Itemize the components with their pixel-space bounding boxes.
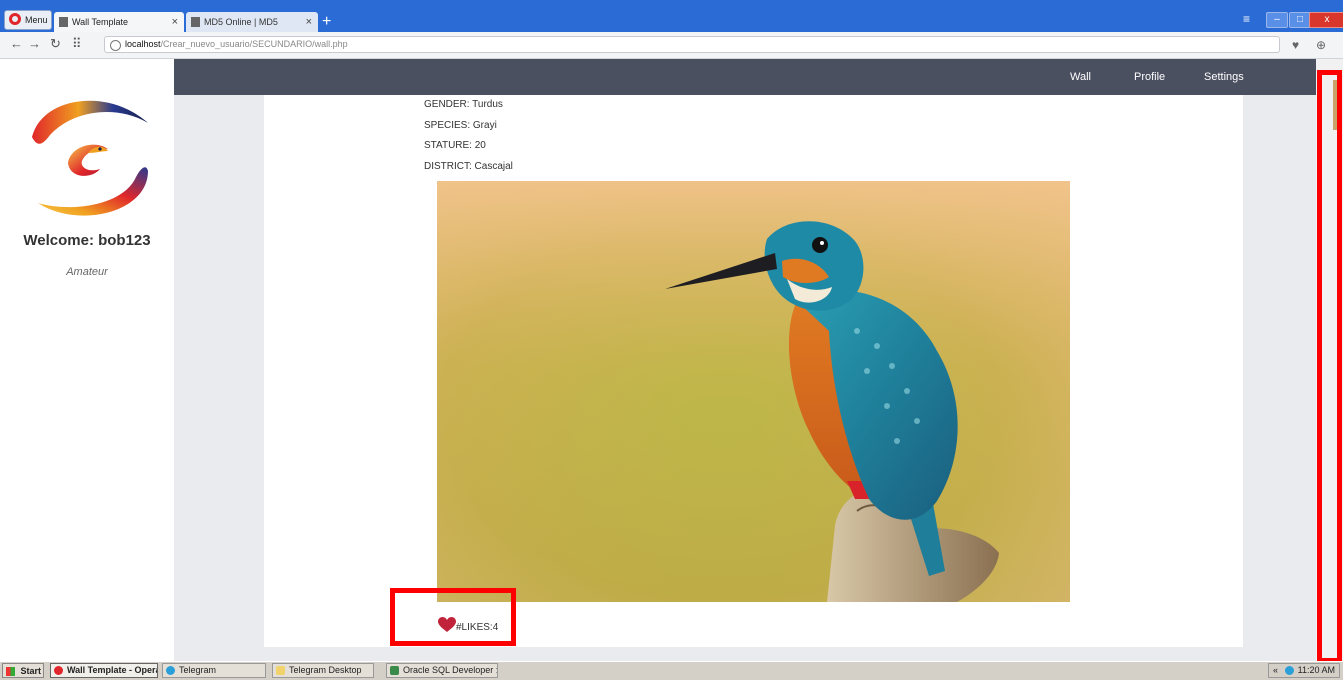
url-path: /Crear_nuevo_usuario/SECUNDARIO/wall.php bbox=[160, 39, 348, 49]
system-tray: « 11:20 AM bbox=[1268, 663, 1340, 678]
url-host: localhost bbox=[125, 39, 161, 49]
post-photo-kingfisher bbox=[437, 181, 1070, 602]
back-icon[interactable]: ← bbox=[10, 36, 23, 51]
download-icon[interactable]: ⊕ bbox=[1316, 38, 1326, 52]
menu-label: Menu bbox=[25, 15, 48, 25]
opera-icon bbox=[54, 666, 63, 675]
browser-tab-bar: Menu Wall Template × MD5 Online | MD5 De… bbox=[0, 0, 1343, 47]
post-card: GENDER: Turdus SPECIES: Grayi STATURE: 2… bbox=[264, 95, 1243, 647]
nav-settings-link[interactable]: Settings bbox=[1204, 71, 1244, 83]
site-logo bbox=[28, 93, 152, 223]
bird-logo-icon bbox=[32, 100, 148, 216]
bookmark-heart-icon[interactable]: ♥ bbox=[1292, 38, 1299, 52]
tray-expand-icon[interactable]: « bbox=[1273, 664, 1278, 677]
taskbar-item-telegram[interactable]: Telegram bbox=[162, 663, 266, 678]
windows-taskbar: Start Wall Template - Opera Telegram Tel… bbox=[0, 661, 1343, 680]
tab-wall-template[interactable]: Wall Template × bbox=[54, 12, 184, 32]
tab-label: Wall Template bbox=[72, 17, 129, 27]
folder-icon bbox=[276, 666, 285, 675]
site-info-icon[interactable] bbox=[110, 40, 121, 51]
highlight-box-scrollbar bbox=[1317, 70, 1342, 663]
post-gender: GENDER: Turdus bbox=[424, 99, 503, 110]
close-tab-icon[interactable]: × bbox=[306, 12, 312, 32]
close-window-icon[interactable]: x bbox=[1309, 12, 1343, 28]
sidebar: Welcome: bob123 Amateur bbox=[0, 59, 174, 661]
new-tab-icon[interactable]: + bbox=[322, 14, 331, 30]
address-bar: ← → ↻ ⠿ localhost/Crear_nuevo_usuario/SE… bbox=[0, 32, 1343, 59]
telegram-icon bbox=[166, 666, 175, 675]
sql-developer-icon bbox=[390, 666, 399, 675]
url-field[interactable]: localhost/Crear_nuevo_usuario/SECUNDARIO… bbox=[104, 36, 1280, 53]
start-button[interactable]: Start bbox=[2, 663, 44, 678]
minimize-icon[interactable]: – bbox=[1266, 12, 1288, 28]
nav-profile-link[interactable]: Profile bbox=[1134, 71, 1165, 83]
welcome-heading: Welcome: bob123 bbox=[23, 232, 151, 249]
opera-menu-button[interactable]: Menu bbox=[4, 10, 52, 30]
taskbar-item-label: Telegram bbox=[179, 665, 217, 675]
top-navigation: Wall Profile Settings bbox=[174, 59, 1316, 95]
post-district: DISTRICT: Cascajal bbox=[424, 161, 513, 172]
highlight-box-likes bbox=[390, 588, 516, 646]
nav-wall-link[interactable]: Wall bbox=[1070, 71, 1091, 83]
clock: 11:20 AM bbox=[1297, 665, 1335, 675]
close-tab-icon[interactable]: × bbox=[172, 12, 178, 32]
post-stature: STATURE: 20 bbox=[424, 140, 486, 151]
post-species: SPECIES: Grayi bbox=[424, 120, 497, 131]
taskbar-item-opera[interactable]: Wall Template - Opera bbox=[50, 663, 158, 678]
forward-icon[interactable]: → bbox=[28, 36, 41, 51]
lock-icon bbox=[191, 17, 200, 27]
tab-menu-icon[interactable]: ≡ bbox=[1243, 12, 1250, 26]
tab-md5-online[interactable]: MD5 Online | MD5 Decrypter × bbox=[186, 12, 318, 47]
taskbar-item-label: Wall Template - Opera bbox=[67, 665, 158, 675]
speed-dial-icon[interactable]: ⠿ bbox=[72, 36, 82, 52]
user-role: Amateur bbox=[66, 266, 108, 278]
taskbar-item-telegram-desktop[interactable]: Telegram Desktop bbox=[272, 663, 374, 678]
telegram-tray-icon[interactable] bbox=[1285, 666, 1294, 675]
page-icon bbox=[59, 17, 68, 27]
opera-logo-icon bbox=[9, 13, 21, 25]
maximize-icon[interactable]: □ bbox=[1289, 12, 1311, 28]
taskbar-item-sql-developer[interactable]: Oracle SQL Developer : ... bbox=[386, 663, 498, 678]
start-label: Start bbox=[20, 666, 41, 676]
taskbar-item-label: Telegram Desktop bbox=[289, 665, 362, 675]
windows-flag-icon bbox=[6, 667, 15, 676]
taskbar-item-label: Oracle SQL Developer : ... bbox=[403, 665, 498, 675]
reload-icon[interactable]: ↻ bbox=[50, 36, 61, 52]
page-viewport: Welcome: bob123 Amateur Wall Profile Set… bbox=[0, 59, 1343, 661]
